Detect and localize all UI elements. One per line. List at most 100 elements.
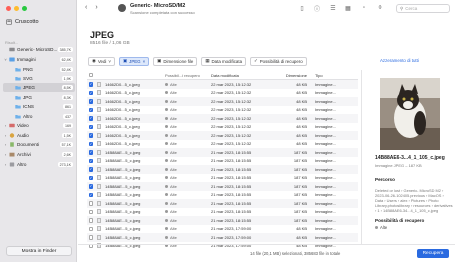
sidebar-item-generic-microsd[interactable]: Generic- MicroSD... 385,7K (3, 45, 75, 54)
sidebar-item-immagini[interactable]: ˅ Immagini 62,4K (3, 55, 75, 64)
table-row[interactable]: ✓ 14662D0...5_c.jpeg Alte 22 mar 2023, 15:1… (87, 89, 358, 98)
file-size-filter[interactable]: ▣ Dimensione file (153, 56, 198, 66)
minimize-button[interactable] (14, 6, 19, 11)
row-checkbox[interactable]: ✓ (88, 141, 94, 146)
sidebar-item-svg[interactable]: SVG 1,9K (3, 74, 75, 83)
grid-view-icon[interactable]: ▦ (344, 4, 352, 12)
select-all-checkbox-cell[interactable] (87, 72, 95, 78)
table-row[interactable]: 14B88AE...5_c.jpeg Alte 21 mar 2023, 17:59… (87, 233, 358, 242)
table-row[interactable]: ✓ 14B88AE...5_c.jpeg Alte 21 mar 2023, 18:1… (87, 191, 358, 200)
row-checkbox[interactable]: ✓ (88, 82, 94, 87)
date-modified-filter[interactable]: ▦ Data modificata (201, 56, 247, 66)
sidebar-item-altro[interactable]: › Altro 273,1K (3, 160, 75, 169)
file-size: 48 KB (296, 90, 307, 96)
sidebar-item-count: 52,4K (59, 67, 73, 72)
column-date[interactable]: Data modificata (211, 73, 277, 78)
table-row[interactable]: ✓ 14B88AE...5_c.jpeg Alte 21 mar 2023, 18:1… (87, 157, 358, 166)
recovery-chance-label: Alte (170, 200, 177, 206)
table-row[interactable]: 14B88AE...5_c.jpeg Alte 21 mar 2023, 18:15… (87, 199, 358, 208)
table-row[interactable]: ✓ 14662D0...5_c.jpeg Alte 22 mar 2023, 15:1… (87, 80, 358, 89)
recovery-chance: Alte (165, 124, 211, 129)
dashboard-link[interactable]: Cruscotto (6, 19, 39, 25)
table-row[interactable]: ✓ 14B88AE...5_c.jpeg Alte 21 mar 2023, 18:1… (87, 165, 358, 174)
close-button[interactable] (6, 6, 11, 11)
row-checkbox[interactable] (88, 235, 94, 240)
row-checkbox[interactable]: ✓ (88, 99, 94, 104)
file-type: Immagine... (315, 200, 336, 206)
window-controls (6, 6, 27, 11)
zoom-button[interactable] (22, 6, 27, 11)
row-checkbox[interactable]: ✓ (88, 158, 94, 163)
sidebar-item-video[interactable]: › Video 169 (3, 121, 75, 130)
file-thumbnail-icon (97, 234, 101, 240)
recovery-chance-label: Alte (170, 226, 177, 232)
row-checkbox[interactable]: ✓ (88, 90, 94, 95)
column-type[interactable]: Tipo (315, 73, 351, 78)
search-field[interactable]: ⚲ Cerca (396, 4, 450, 13)
table-row[interactable]: ✓ 14662D0...5_c.jpeg Alte 22 mar 2023, 15:1… (87, 106, 358, 115)
table-row[interactable]: ✓ 14662D0...5_c.jpeg Alte 22 mar 2023, 15:1… (87, 97, 358, 106)
row-checkbox[interactable] (88, 201, 94, 206)
table-row[interactable]: ✓ 14662D0...5_c.jpeg Alte 22 mar 2023, 15:1… (87, 131, 358, 140)
file-type: Immagine... (315, 175, 336, 181)
sidebar-item-documenti[interactable]: › Documenti 57,1K (3, 140, 75, 149)
column-recovery[interactable]: Possibil...i recupero (165, 73, 211, 78)
row-checkbox[interactable]: ✓ (88, 167, 94, 172)
row-checkbox[interactable] (88, 226, 94, 231)
sidebar-item-label: JPG (23, 95, 32, 100)
gallery-view-icon[interactable]: ▫ (360, 4, 368, 12)
table-row[interactable]: ✓ 14662D0...5_c.jpeg Alte 22 mar 2023, 15:1… (87, 140, 358, 149)
file-name: 14662D0...5_c.jpeg (105, 132, 140, 138)
info-icon[interactable]: ⓘ (313, 4, 321, 13)
recover-button[interactable]: Recupera (417, 249, 449, 258)
row-checkbox[interactable]: ✓ (88, 192, 94, 197)
jpeg-filter-chip[interactable]: ▣ JPEG × (118, 56, 150, 66)
back-icon[interactable]: ‹ (85, 4, 87, 11)
document-icon[interactable]: ▯ (298, 4, 306, 12)
file-name: 14B88AE...5_c.jpeg (105, 217, 141, 223)
row-checkbox[interactable] (88, 218, 94, 223)
forward-icon[interactable]: › (95, 4, 97, 11)
filter-icon[interactable]: ⌽ (376, 4, 384, 12)
row-checkbox[interactable]: ✓ (88, 116, 94, 121)
sidebar-item-label: JPEG (23, 85, 35, 90)
recovery-chance-label: Alte (170, 141, 177, 147)
table-row[interactable]: ✓ 14B88AE...5_c.jpeg Alte 21 mar 2023, 18:1… (87, 148, 358, 157)
table-row[interactable]: ✓ 14662D0...5_c.jpeg Alte 22 mar 2023, 15:1… (87, 123, 358, 132)
recovery-dot-icon (165, 82, 168, 86)
row-checkbox[interactable]: ✓ (88, 133, 94, 138)
table-row[interactable]: ✓ 14B88AE...5_c.jpeg Alte 21 mar 2023, 18:1… (87, 182, 358, 191)
sidebar-item-jpeg[interactable]: JPEG 8,5K (3, 83, 75, 92)
sidebar-item-archivi[interactable]: › Archivi 2,6K (3, 150, 75, 159)
file-size: 48 KB (296, 132, 307, 138)
sidebar-item-icns[interactable]: ICNS 861 (3, 102, 75, 111)
sidebar-item-audio[interactable]: › Audio 1,5K (3, 131, 75, 140)
show-in-finder-button[interactable]: Mostra in Finder (6, 246, 72, 256)
table-row[interactable]: ✓ 14B88AE...5_c.jpeg Alte 21 mar 2023, 18:1… (87, 174, 358, 183)
list-view-icon[interactable]: ☰ (329, 4, 337, 12)
reset-all-link[interactable]: Azzeramento di tutti (380, 58, 419, 63)
row-checkbox[interactable]: ✓ (88, 150, 94, 155)
select-all-checkbox[interactable] (88, 72, 94, 78)
table-row[interactable]: ✓ 14662D0...5_c.jpeg Alte 22 mar 2023, 15:1… (87, 114, 358, 123)
row-checkbox[interactable]: ✓ (88, 124, 94, 129)
recovery-chance-filter[interactable]: ✓ Possibilità di recupero (250, 56, 307, 66)
row-checkbox[interactable]: ✓ (88, 107, 94, 112)
table-row[interactable]: 14B88AE...5_c.jpeg Alte 21 mar 2023, 17:59… (87, 225, 358, 234)
file-name: 14B88AE...5_c.jpeg (105, 166, 141, 172)
table-row[interactable]: 14B88AE...5_c.jpeg Alte 21 mar 2023, 18:15… (87, 208, 358, 217)
recovery-dot-icon (165, 167, 168, 171)
sidebar-item-jpg[interactable]: JPG 8,3K (3, 93, 75, 102)
close-icon[interactable]: × (143, 59, 146, 64)
column-size[interactable]: Dimensione (277, 73, 315, 78)
file-type: Immagine... (315, 166, 336, 172)
recovery-chance: Alte (165, 192, 211, 197)
sidebar-item-png[interactable]: PNG 52,4K (3, 65, 75, 74)
table-row[interactable]: 14B88AE...5_c.jpeg Alte 21 mar 2023, 18:15… (87, 216, 358, 225)
row-checkbox[interactable]: ✓ (88, 175, 94, 180)
view-dropdown[interactable]: ◉ Vedi ˅ (88, 56, 115, 66)
row-checkbox[interactable] (88, 209, 94, 214)
row-checkbox[interactable]: ✓ (88, 184, 94, 189)
sidebar-item-altro[interactable]: Altro 437 (3, 112, 75, 121)
toolbar: ‹ › Generic- MicroSD/M2 Scansione comple… (78, 0, 455, 18)
